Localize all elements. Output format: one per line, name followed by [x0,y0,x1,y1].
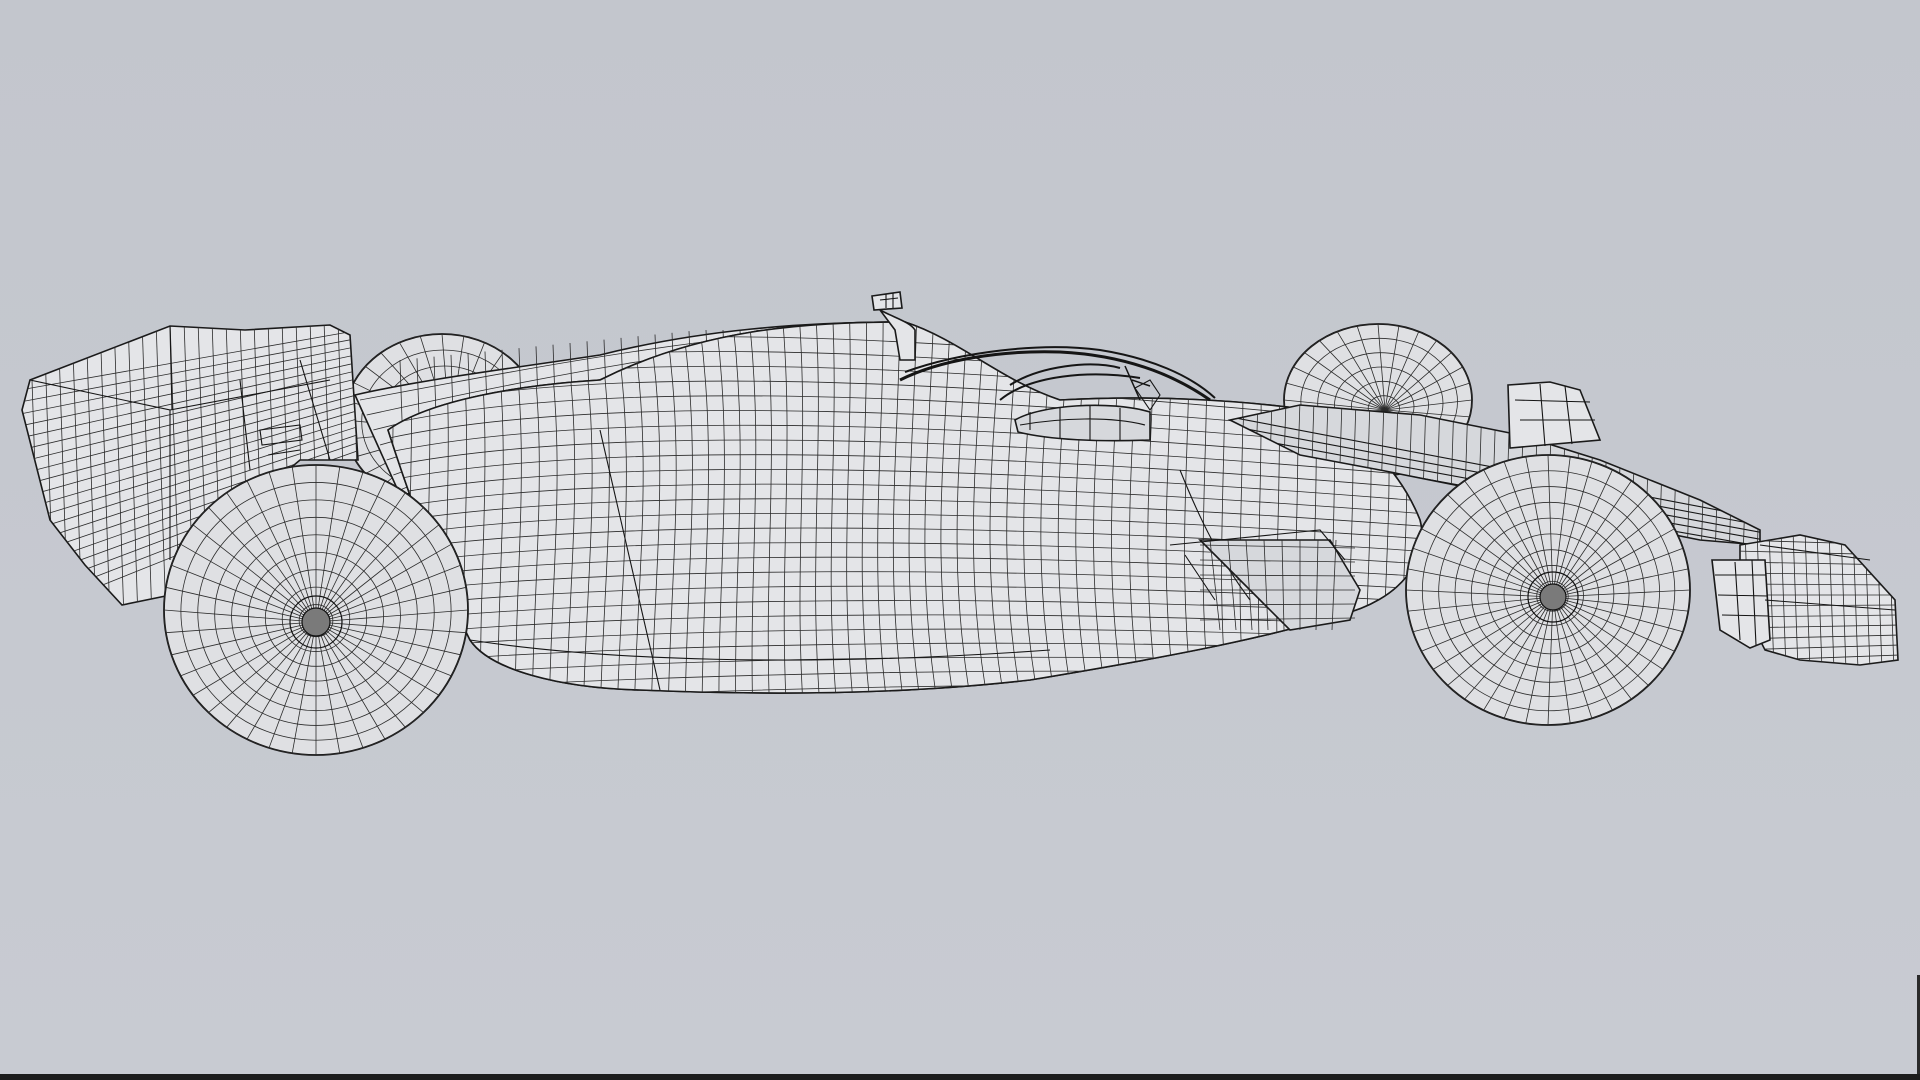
front-wheel-near [1405,454,1691,726]
3d-viewport[interactable] [0,0,1920,1074]
rear-wheel-near [163,464,469,756]
sidepod [387,321,1423,694]
viewport-bottom-border [0,1074,1920,1080]
f1-car-wireframe-model [21,291,1899,756]
